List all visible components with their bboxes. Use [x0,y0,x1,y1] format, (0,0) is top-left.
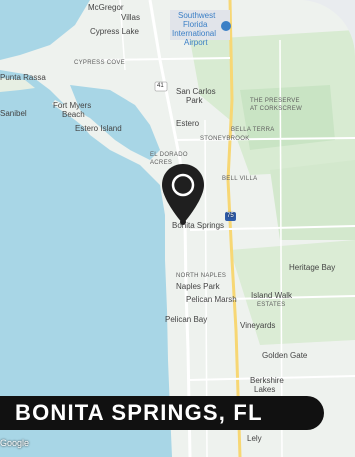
airport-icon [221,21,231,31]
map-label-bell-villa: BELL VILLA [222,176,258,182]
map-label-san-carlos-2: Park [186,96,203,105]
google-attribution: Google [0,438,30,448]
map-label-vineyards: Vineyards [240,321,276,330]
map-label-cypress-lake: Cypress Lake [90,27,139,36]
map-label-stoneybrook: STONEYBROOK [200,136,250,142]
location-title: BONITA SPRINGS, FL [15,400,263,425]
map-label-fmb-2: Beach [62,110,85,119]
map-label-heritage-bay: Heritage Bay [289,263,336,272]
location-banner: BONITA SPRINGS, FL [0,396,324,430]
map-card: McGregor Villas Cypress Lake Southwest F… [0,0,355,457]
map-label-preserve-2: AT CORKSCREW [250,106,303,112]
map-label-pelican-marsh: Pelican Marsh [186,295,237,304]
map-pin-icon[interactable] [160,162,206,226]
map-label-airport-2: Florida [183,20,208,29]
map-label-berkshire-2: Lakes [254,385,276,394]
map-label-airport-3: International [172,29,217,38]
map-label-naples-park: Naples Park [176,282,220,291]
map-label-airport-1: Southwest [178,11,216,20]
map-label-golden-gate: Golden Gate [262,351,308,360]
us41-shield-label: 41 [157,83,164,89]
map-label-lely: Lely [247,434,262,443]
map-label-punta-rassa: Punta Rassa [0,73,46,82]
map-label-island-walk-1: Island Walk [251,291,293,300]
map-label-san-carlos-1: San Carlos [176,87,216,96]
map-label-fmb-1: Fort Myers [53,101,92,110]
map-label-island-walk-2: ESTATES [257,302,286,308]
map-label-mcgregor: McGregor [88,3,124,12]
map-label-villas: Villas [121,13,140,22]
map-label-cypress-cove: CYPRESS COVE [74,60,125,66]
map-label-pelican-bay: Pelican Bay [165,315,208,324]
map-label-el-dorado-1: EL DORADO [150,152,188,158]
preserve-area [240,85,335,150]
map-label-airport-4: Airport [184,38,208,47]
map-label-north-naples: NORTH NAPLES [176,273,227,279]
map-label-estero-island: Estero Island [75,124,122,133]
map-label-preserve-1: THE PRESERVE [250,98,300,104]
map-label-sanibel: Sanibel [0,109,27,118]
map-label-estero: Estero [176,119,200,128]
map-label-bella-terra: BELLA TERRA [231,127,275,133]
map-label-berkshire-1: Berkshire [250,376,284,385]
i75-shield-label: 75 [227,213,234,219]
